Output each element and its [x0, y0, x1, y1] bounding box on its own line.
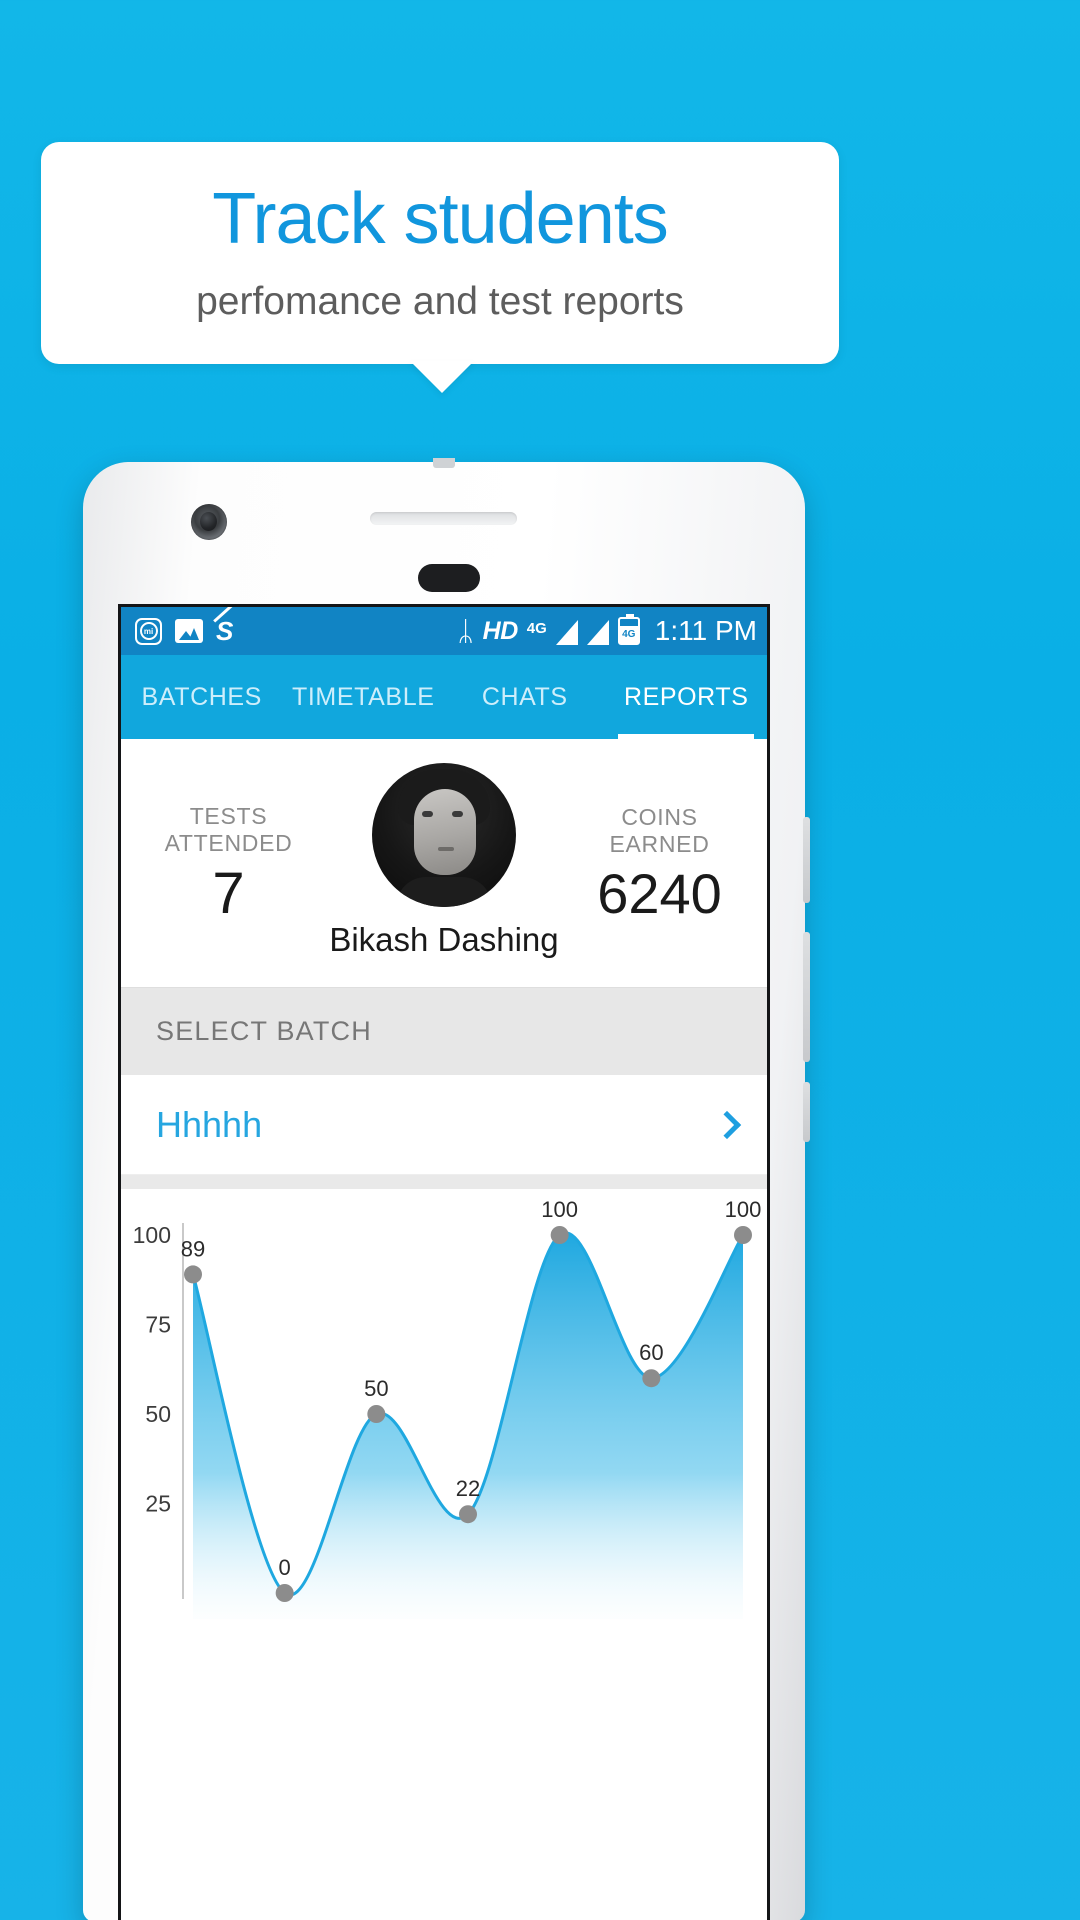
chart-data-point[interactable] — [184, 1265, 202, 1284]
y-axis-tick-label: 25 — [145, 1491, 171, 1517]
chart-data-point[interactable] — [459, 1505, 477, 1524]
select-batch-header-label: SELECT BATCH — [156, 1016, 372, 1046]
tab-bar: BATCHES TIMETABLE CHATS REPORTS — [121, 655, 767, 739]
status-bar-left-icons: mi S — [135, 616, 234, 646]
chart-data-point[interactable] — [642, 1369, 661, 1388]
chart-data-point-label: 0 — [279, 1555, 291, 1580]
promo-callout-tail — [410, 361, 474, 393]
tab-chats[interactable]: CHATS — [444, 655, 606, 739]
chart-data-point-label: 22 — [456, 1476, 480, 1501]
signal-icon-sim2 — [586, 620, 609, 645]
volume-up-button[interactable] — [803, 932, 810, 1062]
chart-data-point[interactable] — [367, 1405, 386, 1423]
chevron-right-icon[interactable] — [712, 1110, 742, 1139]
avatar — [372, 763, 516, 907]
y-axis-tick-label: 100 — [133, 1222, 171, 1248]
chart-data-point[interactable] — [275, 1584, 294, 1602]
volume-down-button[interactable] — [803, 1082, 810, 1142]
front-camera-icon — [191, 504, 227, 540]
avatar-eye-right — [452, 811, 463, 817]
y-axis-tick-label: 75 — [145, 1312, 171, 1338]
chart-data-point-label: 100 — [541, 1197, 578, 1222]
chart-data-point[interactable] — [734, 1226, 752, 1244]
hd-voice-icon: HD — [482, 616, 519, 645]
chart-area-fill — [193, 1232, 743, 1619]
sync-disabled-icon: S — [216, 616, 234, 646]
network-type-label: 4G — [526, 620, 547, 637]
select-batch-header: SELECT BATCH — [121, 987, 767, 1075]
chart-data-point-label: 89 — [181, 1236, 205, 1261]
student-name: Bikash Dashing — [329, 921, 559, 958]
avatar-shoulders — [396, 877, 492, 907]
tab-timetable-label: TIMETABLE — [292, 682, 435, 711]
mi-icon-label: mi — [139, 622, 158, 640]
tab-timetable[interactable]: TIMETABLE — [283, 655, 445, 739]
tab-batches-label: BATCHES — [141, 682, 262, 711]
tab-reports[interactable]: REPORTS — [606, 655, 768, 739]
bluetooth-icon: ᛦ — [457, 615, 474, 646]
performance-chart-svg: 100 75 50 25 89 0 50 22 100 60 100 — [133, 1197, 762, 1619]
status-bar-right-icons: ᛦ HD 4G 4G 1:11 PM — [457, 614, 757, 647]
phone-screen: mi S ᛦ HD 4G 4G 1:11 PM BATCHES TIMETABL… — [118, 604, 770, 1920]
tab-batches[interactable]: BATCHES — [121, 655, 283, 739]
profile-identity: Bikash Dashing — [274, 763, 614, 959]
chart-data-point-label: 50 — [364, 1376, 388, 1401]
batch-selector-row[interactable]: Hhhhh — [121, 1075, 767, 1175]
earpiece-speaker — [370, 512, 517, 525]
chart-data-point-label: 60 — [639, 1340, 663, 1365]
tab-chats-label: CHATS — [481, 682, 568, 711]
performance-chart: 100 75 50 25 89 0 50 22 100 60 100 — [121, 1189, 767, 1619]
status-bar: mi S ᛦ HD 4G 4G 1:11 PM — [121, 607, 767, 655]
signal-icon-sim1 — [555, 620, 578, 645]
battery-icon: 4G — [617, 614, 640, 645]
promo-subtitle: perfomance and test reports — [196, 279, 684, 323]
promo-title: Track students — [212, 179, 669, 260]
battery-icon-label: 4G — [619, 626, 638, 643]
power-button[interactable] — [803, 817, 810, 903]
chart-data-point-label: 100 — [725, 1197, 762, 1222]
proximity-sensor — [418, 564, 480, 592]
tab-reports-label: REPORTS — [623, 682, 749, 711]
phone-mockup: mi S ᛦ HD 4G 4G 1:11 PM BATCHES TIMETABL… — [83, 458, 810, 1920]
status-bar-clock: 1:11 PM — [654, 615, 757, 646]
section-divider — [121, 1175, 767, 1189]
avatar-eye-left — [422, 811, 433, 817]
chart-data-point[interactable] — [550, 1226, 569, 1244]
avatar-mouth — [438, 847, 454, 851]
promo-callout: Track students perfomance and test repor… — [41, 142, 839, 364]
gallery-icon — [175, 619, 203, 643]
y-axis-tick-label: 50 — [145, 1401, 171, 1427]
selected-batch-name: Hhhhh — [156, 1103, 263, 1145]
avatar-face — [414, 789, 476, 875]
profile-summary: TESTS ATTENDED 7 Bikash Dashing COINS EA… — [121, 739, 767, 987]
mi-icon: mi — [135, 617, 162, 645]
phone-top-notch — [433, 458, 455, 468]
